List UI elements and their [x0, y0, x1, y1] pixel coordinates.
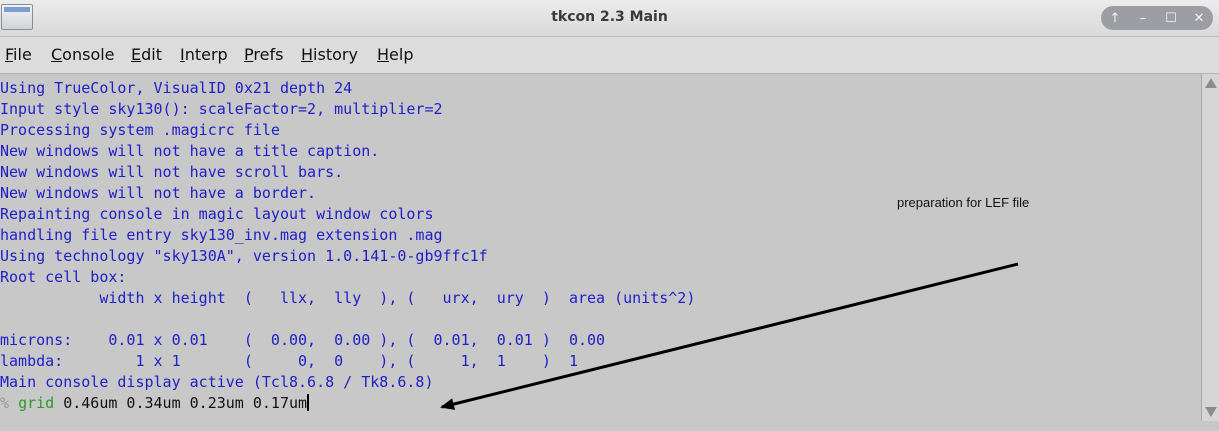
- console-line: Root cell box:: [0, 268, 127, 286]
- maximize-icon[interactable]: ☐: [1161, 11, 1181, 26]
- scroll-up-icon[interactable]: [1205, 78, 1217, 88]
- menu-bar: File Console Edit Interp Prefs History H…: [0, 37, 1219, 74]
- menu-console[interactable]: Console: [51, 45, 115, 64]
- console-line: width x height ( llx, lly ), ( urx, ury …: [0, 289, 696, 307]
- text-cursor: [307, 394, 310, 411]
- window-controls: ↑ – ☐ ✕: [1101, 6, 1213, 30]
- prompt-symbol: %: [0, 394, 10, 412]
- raise-icon[interactable]: ↑: [1105, 11, 1125, 26]
- console-line: Processing system .magicrc file: [0, 121, 280, 139]
- menu-file[interactable]: File: [5, 45, 32, 64]
- scroll-down-icon[interactable]: [1205, 407, 1217, 417]
- console-line: lambda: 1 x 1 ( 0, 0 ), ( 1, 1 ) 1: [0, 352, 578, 370]
- console-line: Using technology "sky130A", version 1.0.…: [0, 247, 488, 265]
- menu-history[interactable]: History: [301, 45, 358, 64]
- console-line: microns: 0.01 x 0.01 ( 0.00, 0.00 ), ( 0…: [0, 331, 606, 349]
- menu-help[interactable]: Help: [377, 45, 413, 64]
- menu-interp[interactable]: Interp: [180, 45, 228, 64]
- prompt-command: grid: [18, 394, 55, 412]
- console-line: Input style sky130(): scaleFactor=2, mul…: [0, 100, 443, 118]
- console-line: handling file entry sky130_inv.mag exten…: [0, 226, 443, 244]
- window-title: tkcon 2.3 Main: [551, 9, 668, 25]
- console-line: Main console display active (Tcl8.6.8 / …: [0, 373, 434, 391]
- console-prompt-line[interactable]: % grid 0.46um 0.34um 0.23um 0.17um: [0, 393, 310, 414]
- console-line: New windows will not have scroll bars.: [0, 163, 344, 181]
- console-scrollbar[interactable]: [1201, 74, 1219, 421]
- menu-prefs[interactable]: Prefs: [244, 45, 283, 64]
- console-line: Using TrueColor, VisualID 0x21 depth 24: [0, 79, 353, 97]
- menu-edit[interactable]: Edit: [131, 45, 162, 64]
- close-icon[interactable]: ✕: [1189, 11, 1209, 26]
- console-line: Repainting console in magic layout windo…: [0, 205, 434, 223]
- prompt-args: 0.46um 0.34um 0.23um 0.17um: [54, 394, 308, 412]
- console-output[interactable]: Using TrueColor, VisualID 0x21 depth 24 …: [0, 74, 1201, 421]
- console-line: New windows will not have a border.: [0, 184, 317, 202]
- minimize-icon[interactable]: –: [1133, 11, 1153, 26]
- title-bar: tkcon 2.3 Main ↑ – ☐ ✕: [0, 0, 1219, 37]
- annotation-label: preparation for LEF file: [897, 195, 1030, 210]
- console-line: New windows will not have a title captio…: [0, 142, 380, 160]
